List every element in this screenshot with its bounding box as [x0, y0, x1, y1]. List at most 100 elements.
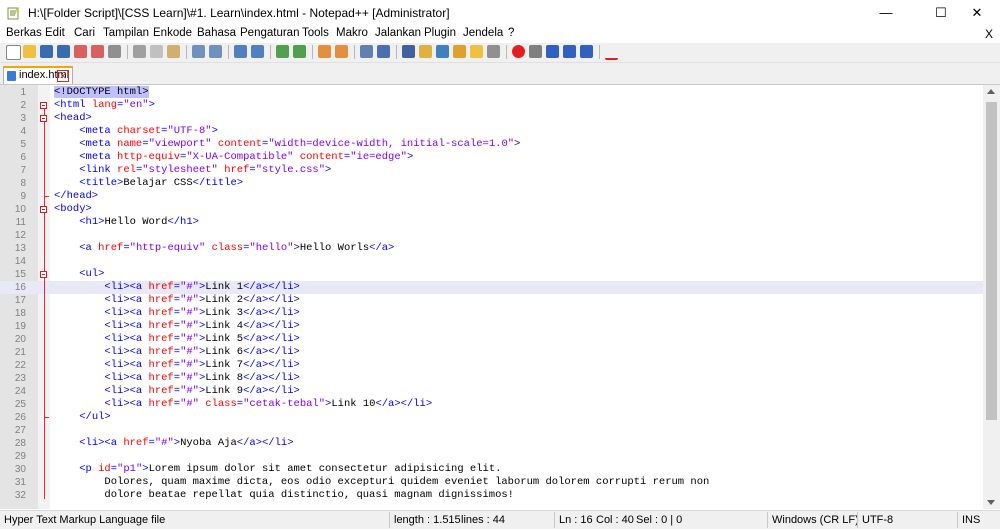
menu-bahasa[interactable]: Bahasa	[197, 27, 236, 39]
close-window-button[interactable]: ✕	[954, 0, 1000, 26]
indent-guide-icon[interactable]	[402, 45, 415, 58]
code-line[interactable]: 14	[0, 255, 983, 268]
undo-icon[interactable]	[192, 45, 205, 58]
code-line[interactable]: 17 <li><a href="#">Link 2</a></li>	[0, 294, 983, 307]
close-icon[interactable]	[74, 45, 87, 58]
code-line[interactable]: 2 <html lang="en">	[0, 99, 983, 112]
folder-workspace-icon[interactable]	[470, 45, 483, 58]
code-text: </ul>	[54, 411, 111, 424]
replace-icon[interactable]	[251, 45, 264, 58]
menu-edit[interactable]: Edit	[45, 27, 65, 39]
zoom-out-icon[interactable]	[293, 45, 306, 58]
menu-enkode[interactable]: Enkode	[153, 27, 192, 39]
code-line[interactable]: 10 <body>	[0, 203, 983, 216]
play-macro-icon[interactable]	[546, 45, 559, 58]
sync-horizontal-icon[interactable]	[335, 45, 348, 58]
status-encoding[interactable]: UTF-8	[862, 514, 893, 526]
save-icon[interactable]	[40, 45, 53, 58]
code-line[interactable]: 32 dolore beatae repellat quia distincti…	[0, 489, 983, 502]
spell-check-icon[interactable]	[605, 45, 618, 60]
find-icon[interactable]	[234, 45, 247, 58]
status-insert-mode[interactable]: INS	[962, 514, 980, 526]
code-line[interactable]: 20 <li><a href="#">Link 5</a></li>	[0, 333, 983, 346]
scroll-down-icon[interactable]	[987, 500, 995, 505]
code-line[interactable]: 23 <li><a href="#">Link 8</a></li>	[0, 372, 983, 385]
code-line[interactable]: 28 <li><a href="#">Nyoba Aja</a></li>	[0, 437, 983, 450]
vertical-scrollbar[interactable]	[983, 85, 1000, 509]
monitoring-icon[interactable]	[487, 45, 500, 58]
code-line[interactable]: 11 <h1>Hello Word</h1>	[0, 216, 983, 229]
code-line[interactable]: 29	[0, 450, 983, 463]
code-line[interactable]: 31 Dolores, quam maxime dicta, eos odio …	[0, 476, 983, 489]
scroll-thumb[interactable]	[986, 102, 997, 420]
save-all-icon[interactable]	[57, 45, 70, 58]
code-line[interactable]: 30 <p id="p1">Lorem ipsum dolor sit amet…	[0, 463, 983, 476]
code-line[interactable]: 9 </head>	[0, 190, 983, 203]
close-all-icon[interactable]	[91, 45, 104, 58]
word-wrap-icon[interactable]	[360, 45, 373, 58]
redo-icon[interactable]	[209, 45, 222, 58]
show-all-chars-icon[interactable]	[377, 45, 390, 58]
code-line[interactable]: 25 <li><a href="#" class="cetak-tebal">L…	[0, 398, 983, 411]
menu-tampilan[interactable]: Tampilan	[103, 27, 149, 39]
zoom-in-icon[interactable]	[276, 45, 289, 58]
code-token: <li><a	[104, 346, 149, 358]
run-macro-multiple-icon[interactable]	[563, 45, 576, 58]
code-line[interactable]: 4 <meta charset="UTF-8">	[0, 125, 983, 138]
cut-icon[interactable]	[133, 45, 146, 58]
paste-icon[interactable]	[167, 45, 180, 58]
stop-record-icon[interactable]	[529, 45, 542, 58]
fold-toggle-icon[interactable]	[40, 115, 47, 122]
menu-help[interactable]: ?	[508, 27, 514, 39]
code-token: content	[299, 151, 344, 163]
minimize-button[interactable]: —	[863, 0, 909, 26]
menu-jalankan[interactable]: Jalankan	[375, 27, 421, 39]
copy-icon[interactable]	[150, 45, 163, 58]
menu-plugin[interactable]: Plugin	[424, 27, 456, 39]
print-icon[interactable]	[108, 45, 121, 58]
fold-toggle-icon[interactable]	[40, 102, 47, 109]
code-line[interactable]: 15 <ul>	[0, 268, 983, 281]
code-line[interactable]: 18 <li><a href="#">Link 3</a></li>	[0, 307, 983, 320]
doc-map-icon[interactable]	[436, 45, 449, 58]
code-line[interactable]: 6 <meta http-equiv="X-UA-Compatible" con…	[0, 151, 983, 164]
code-editor[interactable]: 1 <!DOCTYPE html> 2 <html lang="en"> 3 <head>…	[0, 85, 983, 509]
code-line[interactable]: 3 <head>	[0, 112, 983, 125]
menu-makro[interactable]: Makro	[336, 27, 368, 39]
code-line[interactable]: 5 <meta name="viewport" content="width=d…	[0, 138, 983, 151]
code-line[interactable]: 27	[0, 424, 983, 437]
fold-toggle-icon[interactable]	[40, 271, 47, 278]
status-eol[interactable]: Windows (CR LF)	[772, 514, 859, 526]
function-list-icon[interactable]	[453, 45, 466, 58]
code-line[interactable]: 1 <!DOCTYPE html>	[0, 86, 983, 99]
code-line[interactable]: 22 <li><a href="#">Link 7</a></li>	[0, 359, 983, 372]
save-macro-icon[interactable]	[580, 45, 593, 58]
code-line[interactable]: 24 <li><a href="#">Link 9</a></li>	[0, 385, 983, 398]
menu-cari[interactable]: Cari	[74, 27, 95, 39]
code-line[interactable]: 8 <title>Belajar CSS</title>	[0, 177, 983, 190]
tab-close-icon[interactable]: ✕	[57, 70, 69, 82]
code-line[interactable]: 12	[0, 229, 983, 242]
tab-index-html[interactable]: index.html ✕	[3, 66, 73, 84]
menu-berkas[interactable]: Berkas	[6, 27, 42, 39]
udl-icon[interactable]	[419, 45, 432, 58]
menu-jendela[interactable]: Jendela	[463, 27, 503, 39]
open-file-icon[interactable]	[23, 45, 36, 58]
code-token: </head>	[54, 190, 99, 202]
code-line[interactable]: 21 <li><a href="#">Link 6</a></li>	[0, 346, 983, 359]
menu-pengaturan[interactable]: Pengaturan	[240, 27, 299, 39]
close-document-button[interactable]: X	[985, 27, 993, 41]
new-file-icon[interactable]	[6, 45, 21, 60]
menu-tools[interactable]: Tools	[302, 27, 329, 39]
record-macro-icon[interactable]	[512, 45, 525, 58]
code-line[interactable]: 19 <li><a href="#">Link 4</a></li>	[0, 320, 983, 333]
code-line[interactable]: 16 <li><a href="#">Link 1</a></li>	[0, 281, 983, 294]
code-token: href	[148, 333, 174, 345]
code-line[interactable]: 13 <a href="http-equiv" class="hello">He…	[0, 242, 983, 255]
fold-toggle-icon[interactable]	[40, 206, 47, 213]
code-line[interactable]: 26 </ul>	[0, 411, 983, 424]
scroll-up-icon[interactable]	[987, 89, 995, 94]
sync-vertical-icon[interactable]	[318, 45, 331, 58]
code-line[interactable]: 7 <link rel="stylesheet" href="style.css…	[0, 164, 983, 177]
